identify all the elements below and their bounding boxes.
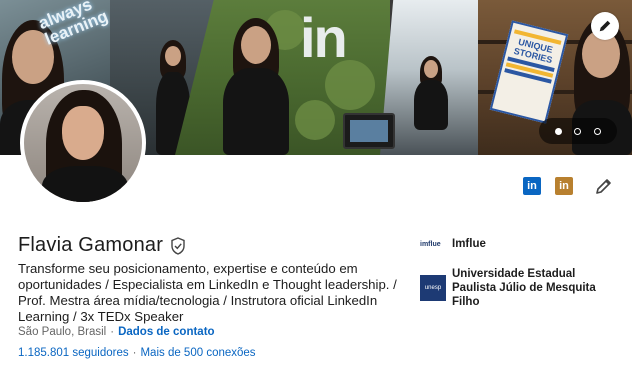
banner-person-face [241,26,271,64]
profile-name: Flavia Gamonar [18,234,164,256]
banner-neon-text: always learning [35,0,110,49]
contact-info-link[interactable]: Dados de contato [118,326,214,338]
org-item-imflue[interactable]: imflue Imflue [420,236,486,252]
verified-shield-icon[interactable] [170,236,186,255]
unesp-logo-icon: unesp [420,275,446,301]
org-item-unesp[interactable]: unesp Universidade Estadual Paulista Júl… [420,267,622,309]
separator-dot: · [132,347,137,359]
carousel-dot-2[interactable] [574,127,582,135]
separator-dot: · [110,326,115,338]
pencil-icon [599,20,611,32]
linkedin-gold-icon[interactable]: in [555,177,573,195]
banner-photo-studio [380,0,490,155]
profile-headline: Transforme seu posicionamento, expertise… [18,261,397,324]
edit-profile-pencil-icon[interactable] [594,176,614,196]
carousel-indicator [539,118,617,144]
banner-person-body [414,80,448,130]
org-name: Imflue [452,238,486,250]
followers-link[interactable]: 1.185.801 seguidores [18,347,129,359]
profile-avatar[interactable] [20,80,146,206]
banner-camera [343,113,395,149]
profile-location: São Paulo, Brasil [18,326,107,338]
connections-link[interactable]: Mais de 500 conexões [140,347,255,359]
name-row: Flavia Gamonar [18,234,186,257]
banner-person-face [165,46,181,66]
camera-screen [350,120,388,142]
avatar-body [42,166,128,202]
org-name: Universidade Estadual Paulista Júlio de … [452,268,596,308]
imflue-logo-icon: imflue [420,240,441,248]
avatar-face [62,106,104,160]
linkedin-wall-logo-icon: in [300,6,348,69]
banner-person-face [424,60,438,78]
carousel-dot-1[interactable] [555,127,563,135]
edit-banner-button[interactable] [591,12,619,40]
linkedin-icon[interactable]: in [523,177,541,195]
location-row: São Paulo, Brasil · Dados de contato [18,326,215,338]
carousel-dot-3[interactable] [593,127,601,135]
banner-person-body [223,68,289,155]
banner-moss [295,100,335,140]
stats-row: 1.185.801 seguidores · Mais de 500 conex… [18,347,256,359]
